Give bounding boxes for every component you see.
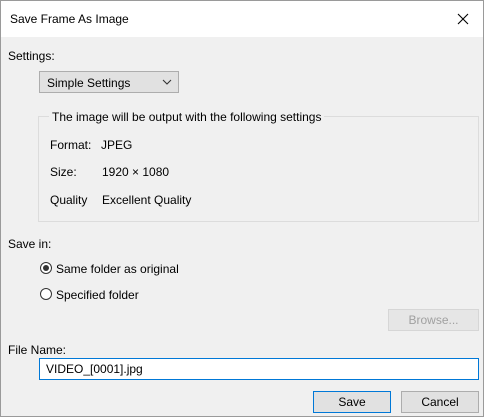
save-button[interactable]: Save (313, 391, 391, 413)
chevron-down-icon (162, 79, 172, 85)
quality-value: Excellent Quality (102, 193, 192, 207)
file-name-field[interactable] (39, 358, 479, 380)
format-label: Format: (50, 138, 92, 152)
save-frame-dialog: Save Frame As Image Settings: Simple Set… (0, 0, 484, 417)
close-icon (457, 13, 469, 25)
browse-button[interactable]: Browse... (388, 309, 479, 331)
title-bar: Save Frame As Image (1, 1, 483, 37)
format-value: JPEG (101, 138, 133, 152)
radio-same-folder-circle[interactable] (40, 262, 52, 274)
quality-label: Quality (50, 193, 88, 207)
save-in-label: Save in: (8, 237, 52, 251)
settings-mode-value: Simple Settings (47, 76, 131, 90)
settings-mode-select[interactable]: Simple Settings (39, 71, 179, 93)
dialog-title: Save Frame As Image (10, 12, 129, 26)
radio-specified-folder-circle[interactable] (40, 288, 52, 300)
radio-specified-folder-label[interactable]: Specified folder (56, 288, 139, 302)
cancel-button[interactable]: Cancel (401, 391, 479, 413)
size-label: Size: (50, 165, 77, 179)
settings-label: Settings: (8, 49, 55, 63)
close-button[interactable] (443, 1, 483, 37)
file-name-label: File Name: (8, 343, 67, 357)
file-name-input[interactable] (40, 359, 478, 379)
radio-same-folder-label[interactable]: Same folder as original (56, 262, 179, 276)
output-settings-title: The image will be output with the follow… (49, 110, 325, 124)
size-value: 1920 × 1080 (102, 165, 170, 179)
